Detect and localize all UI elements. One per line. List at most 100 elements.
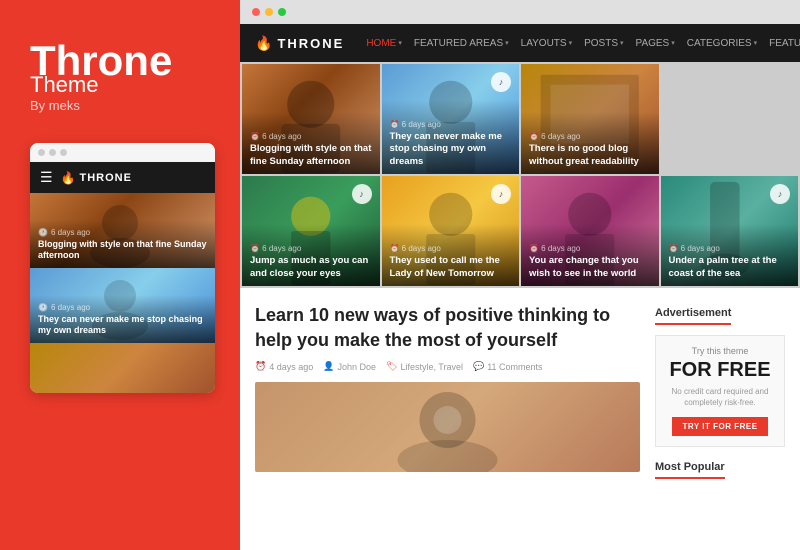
article-image xyxy=(255,382,640,472)
clock-icon-2: 🕐 xyxy=(38,303,48,312)
ad-try-text: Try this theme xyxy=(666,346,774,356)
grid-title-7: You are change that you wish to see in t… xyxy=(529,255,651,280)
sidebar-col: Advertisement Try this theme FOR FREE No… xyxy=(655,303,785,535)
grid-section: ⏰ 6 days ago Blogging with style on that… xyxy=(240,62,800,288)
nav-pages-label: PAGES xyxy=(636,38,670,49)
browser-dot-3 xyxy=(278,8,286,16)
grid-time-8: ⏰ 6 days ago xyxy=(669,244,791,253)
mobile-logo-text: THRONE xyxy=(80,172,132,184)
nav-layouts-arrow: ▾ xyxy=(569,39,573,47)
grid-overlay-2: ⏰ 6 days ago They can never make me stop… xyxy=(382,100,520,174)
ad-button[interactable]: TRY IT FOR FREE xyxy=(672,417,767,436)
nav-item-features[interactable]: FEATURES ▾ xyxy=(769,38,800,49)
ad-section-title: Advertisement xyxy=(655,307,731,325)
mobile-card-1-time: 🕐 6 days ago xyxy=(38,228,207,237)
nav-layouts-label: LAYOUTS xyxy=(521,38,567,49)
nav-flame-icon: 🔥 xyxy=(255,35,272,52)
grid-item-1[interactable]: ⏰ 6 days ago Blogging with style on that… xyxy=(242,64,380,174)
grid-time-6: ⏰ 6 days ago xyxy=(390,244,512,253)
grid-overlay-3: ⏰ 6 days ago There is no good blog witho… xyxy=(521,112,659,174)
nav-posts-label: POSTS xyxy=(584,38,618,49)
mobile-dot-3 xyxy=(60,149,67,156)
grid-title-8: Under a palm tree at the coast of the se… xyxy=(669,255,791,280)
mobile-nav: ☰ 🔥 THRONE xyxy=(30,162,215,193)
article-author: 👤 John Doe xyxy=(323,361,376,372)
grid-overlay-1: ⏰ 6 days ago Blogging with style on that… xyxy=(242,112,380,174)
grid-item-8[interactable]: ⏰ 6 days ago Under a palm tree at the co… xyxy=(661,176,799,286)
grid-title-6: They used to call me the Lady of New Tom… xyxy=(390,255,512,280)
mobile-card-2-overlay: 🕐 6 days ago They can never make me stop… xyxy=(30,295,215,343)
tag-icon: 🏷 xyxy=(386,361,397,372)
grid-icon-6: ♪ xyxy=(491,184,511,204)
article-title: Learn 10 new ways of positive thinking t… xyxy=(255,303,640,353)
mobile-card-2[interactable]: 🕐 6 days ago They can never make me stop… xyxy=(30,268,215,343)
nav-features-label: FEATURES xyxy=(769,38,800,49)
sidebar-popular: Most Popular xyxy=(655,457,785,484)
user-icon: 👤 xyxy=(323,361,334,372)
grid-icon-2: ♪ xyxy=(491,72,511,92)
grid-title-2: They can never make me stop chasing my o… xyxy=(390,131,512,168)
clock-icon: 🕐 xyxy=(38,228,48,237)
grid-overlay-8: ⏰ 6 days ago Under a palm tree at the co… xyxy=(661,224,799,286)
nav-home-label: HOME xyxy=(366,38,396,49)
nav-categories-arrow: ▾ xyxy=(754,39,758,47)
grid-icon-8: ♪ xyxy=(770,184,790,204)
mobile-flame-icon: 🔥 xyxy=(61,171,76,185)
hamburger-icon[interactable]: ☰ xyxy=(40,169,53,186)
mobile-preview: ☰ 🔥 THRONE 🕐 6 days ago Blogging with st… xyxy=(30,143,215,393)
article-col: Learn 10 new ways of positive thinking t… xyxy=(255,303,640,535)
article-meta: ⏰ 4 days ago 👤 John Doe 🏷 Lifestyle, Tra… xyxy=(255,361,640,372)
nav-categories-label: CATEGORIES xyxy=(687,38,752,49)
site-nav-logo: 🔥 THRONE xyxy=(255,35,344,52)
grid-time-3: ⏰ 6 days ago xyxy=(529,132,651,141)
nav-logo-text: THRONE xyxy=(277,36,344,51)
grid-item-3[interactable]: ⏰ 6 days ago There is no good blog witho… xyxy=(521,64,659,174)
nav-featured-arrow: ▾ xyxy=(505,39,509,47)
left-panel: Throne Theme By meks ☰ 🔥 THRONE xyxy=(0,0,240,550)
grid-time-1: ⏰ 6 days ago xyxy=(250,132,372,141)
mobile-card-3[interactable] xyxy=(30,343,215,393)
right-main: 🔥 THRONE HOME ▾ FEATURED AREAS ▾ LAYOUTS… xyxy=(240,0,800,550)
nav-featured-label: FEATURED AREAS xyxy=(414,38,503,49)
article-time: ⏰ 4 days ago xyxy=(255,361,313,372)
mobile-dot-2 xyxy=(49,149,56,156)
mobile-logo: 🔥 THRONE xyxy=(61,171,132,185)
mobile-dot-1 xyxy=(38,149,45,156)
clock-icon-article: ⏰ xyxy=(255,361,266,372)
nav-item-categories[interactable]: CATEGORIES ▾ xyxy=(687,38,757,49)
grid-title-5: Jump as much as you can and close your e… xyxy=(250,255,372,280)
grid-icon-5: ♪ xyxy=(352,184,372,204)
nav-pages-arrow: ▾ xyxy=(671,39,675,47)
nav-item-home[interactable]: HOME ▾ xyxy=(366,38,402,49)
grid-time-2: ⏰ 6 days ago xyxy=(390,120,512,129)
bottom-section: Learn 10 new ways of positive thinking t… xyxy=(240,288,800,550)
ad-box: Try this theme FOR FREE No credit card r… xyxy=(655,335,785,447)
grid-time-7: ⏰ 6 days ago xyxy=(529,244,651,253)
article-comments: 💬 11 Comments xyxy=(473,361,543,372)
grid-item-7[interactable]: ⏰ 6 days ago You are change that you wis… xyxy=(521,176,659,286)
grid-overlay-5: ⏰ 6 days ago Jump as much as you can and… xyxy=(242,224,380,286)
mobile-card-1[interactable]: 🕐 6 days ago Blogging with style on that… xyxy=(30,193,215,268)
ad-small-text: No credit card required and completely r… xyxy=(666,386,774,408)
mobile-card-2-time: 🕐 6 days ago xyxy=(38,303,207,312)
nav-item-posts[interactable]: POSTS ▾ xyxy=(584,38,623,49)
browser-dot-2 xyxy=(265,8,273,16)
article-categories: 🏷 Lifestyle, Travel xyxy=(386,361,463,372)
nav-item-layouts[interactable]: LAYOUTS ▾ xyxy=(521,38,572,49)
mobile-browser-bar xyxy=(30,143,215,162)
nav-posts-arrow: ▾ xyxy=(620,39,624,47)
nav-item-featured[interactable]: FEATURED AREAS ▾ xyxy=(414,38,509,49)
site-nav: 🔥 THRONE HOME ▾ FEATURED AREAS ▾ LAYOUTS… xyxy=(240,24,800,62)
grid-title-3: There is no good blog without great read… xyxy=(529,143,651,168)
nav-item-pages[interactable]: PAGES ▾ xyxy=(636,38,675,49)
grid-item-2[interactable]: ⏰ 6 days ago They can never make me stop… xyxy=(382,64,520,174)
browser-dot-1 xyxy=(252,8,260,16)
mobile-card-3-image xyxy=(30,343,215,393)
nav-home-arrow: ▾ xyxy=(398,39,402,47)
grid-overlay-6: ⏰ 6 days ago They used to call me the La… xyxy=(382,224,520,286)
mobile-card-2-title: They can never make me stop chasing my o… xyxy=(38,314,207,337)
grid-item-6[interactable]: ⏰ 6 days ago They used to call me the La… xyxy=(382,176,520,286)
grid-item-5[interactable]: ⏰ 6 days ago Jump as much as you can and… xyxy=(242,176,380,286)
grid-time-5: ⏰ 6 days ago xyxy=(250,244,372,253)
comment-icon: 💬 xyxy=(473,361,484,372)
